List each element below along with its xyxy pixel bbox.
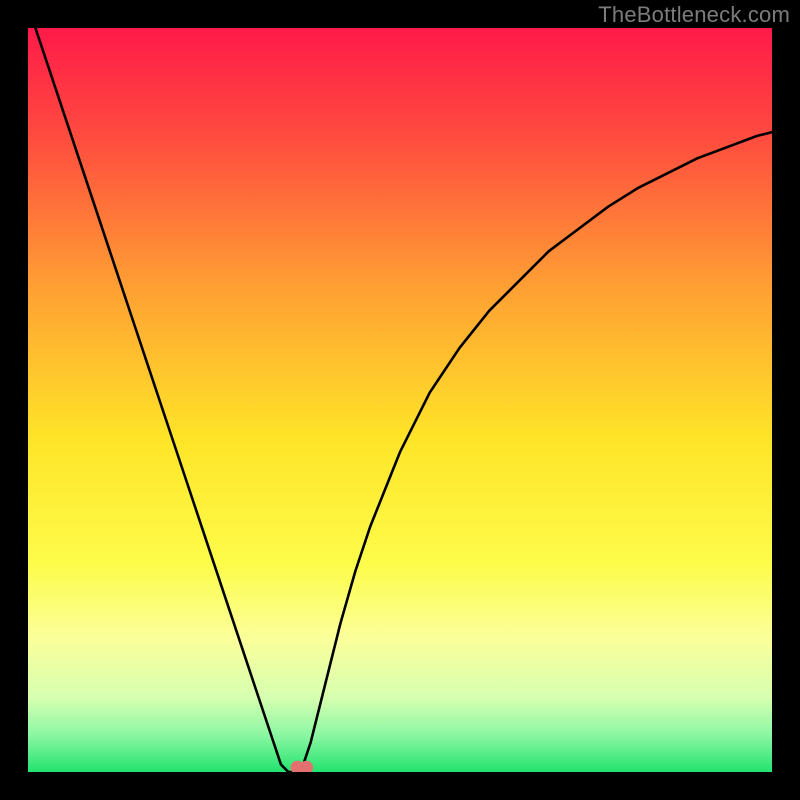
chart-background: [28, 28, 772, 772]
chart-svg: [28, 28, 772, 772]
plot-area: [28, 28, 772, 772]
markers-group: [291, 761, 314, 772]
watermark-text: TheBottleneck.com: [598, 2, 790, 28]
chart-frame: TheBottleneck.com: [0, 0, 800, 800]
